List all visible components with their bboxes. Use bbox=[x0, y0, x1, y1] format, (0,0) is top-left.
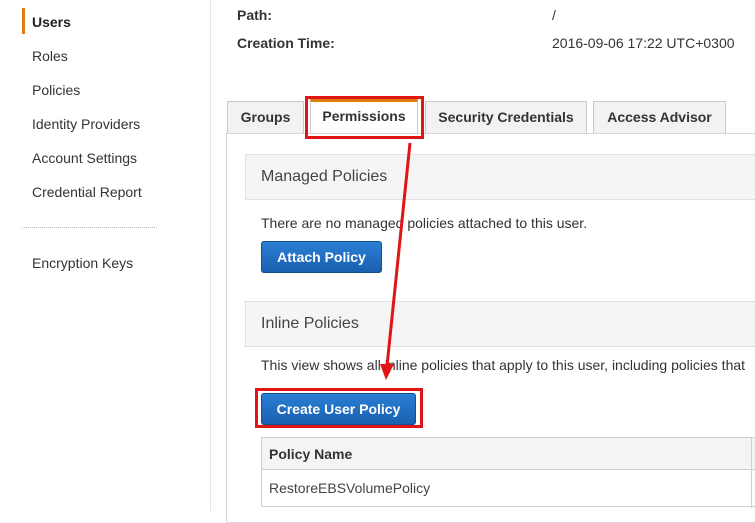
sidebar-item-credential-report[interactable]: Credential Report bbox=[32, 184, 142, 200]
attach-policy-button[interactable]: Attach Policy bbox=[261, 241, 382, 273]
managed-policies-header[interactable]: Managed Policies bbox=[245, 154, 755, 200]
policy-table: Policy Name RestoreEBSVolumePolicy bbox=[261, 437, 755, 508]
tab-access-advisor[interactable]: Access Advisor bbox=[593, 101, 726, 133]
tab-permissions[interactable]: Permissions bbox=[310, 99, 418, 133]
path-value: / bbox=[552, 7, 556, 23]
inline-policies-header[interactable]: Inline Policies bbox=[245, 301, 755, 347]
table-column-divider bbox=[751, 438, 752, 508]
sidebar-item-roles[interactable]: Roles bbox=[32, 48, 68, 64]
sidebar-divider bbox=[22, 227, 157, 228]
sidebar-item-users[interactable]: Users bbox=[32, 14, 71, 30]
tab-groups[interactable]: Groups bbox=[227, 101, 304, 133]
active-indicator bbox=[22, 8, 25, 34]
tab-security-credentials[interactable]: Security Credentials bbox=[425, 101, 587, 133]
creation-time-value: 2016-09-06 17:22 UTC+0300 bbox=[552, 35, 735, 51]
policy-name-column-header[interactable]: Policy Name bbox=[269, 446, 352, 462]
sidebar-item-encryption-keys[interactable]: Encryption Keys bbox=[32, 255, 133, 271]
sidebar-item-identity-providers[interactable]: Identity Providers bbox=[32, 116, 140, 132]
policy-table-header: Policy Name bbox=[262, 438, 755, 470]
creation-time-label: Creation Time: bbox=[237, 35, 335, 51]
create-user-policy-button[interactable]: Create User Policy bbox=[261, 393, 416, 425]
sidebar-item-policies[interactable]: Policies bbox=[32, 82, 80, 98]
path-label: Path: bbox=[237, 7, 272, 23]
sidebar-item-account-settings[interactable]: Account Settings bbox=[32, 150, 137, 166]
table-row[interactable]: RestoreEBSVolumePolicy bbox=[269, 480, 430, 496]
managed-policies-message: There are no managed policies attached t… bbox=[261, 215, 588, 231]
sidebar-nav: Users Roles Policies Identity Providers … bbox=[0, 0, 211, 511]
inline-policies-description: This view shows all inline policies that… bbox=[261, 357, 746, 373]
